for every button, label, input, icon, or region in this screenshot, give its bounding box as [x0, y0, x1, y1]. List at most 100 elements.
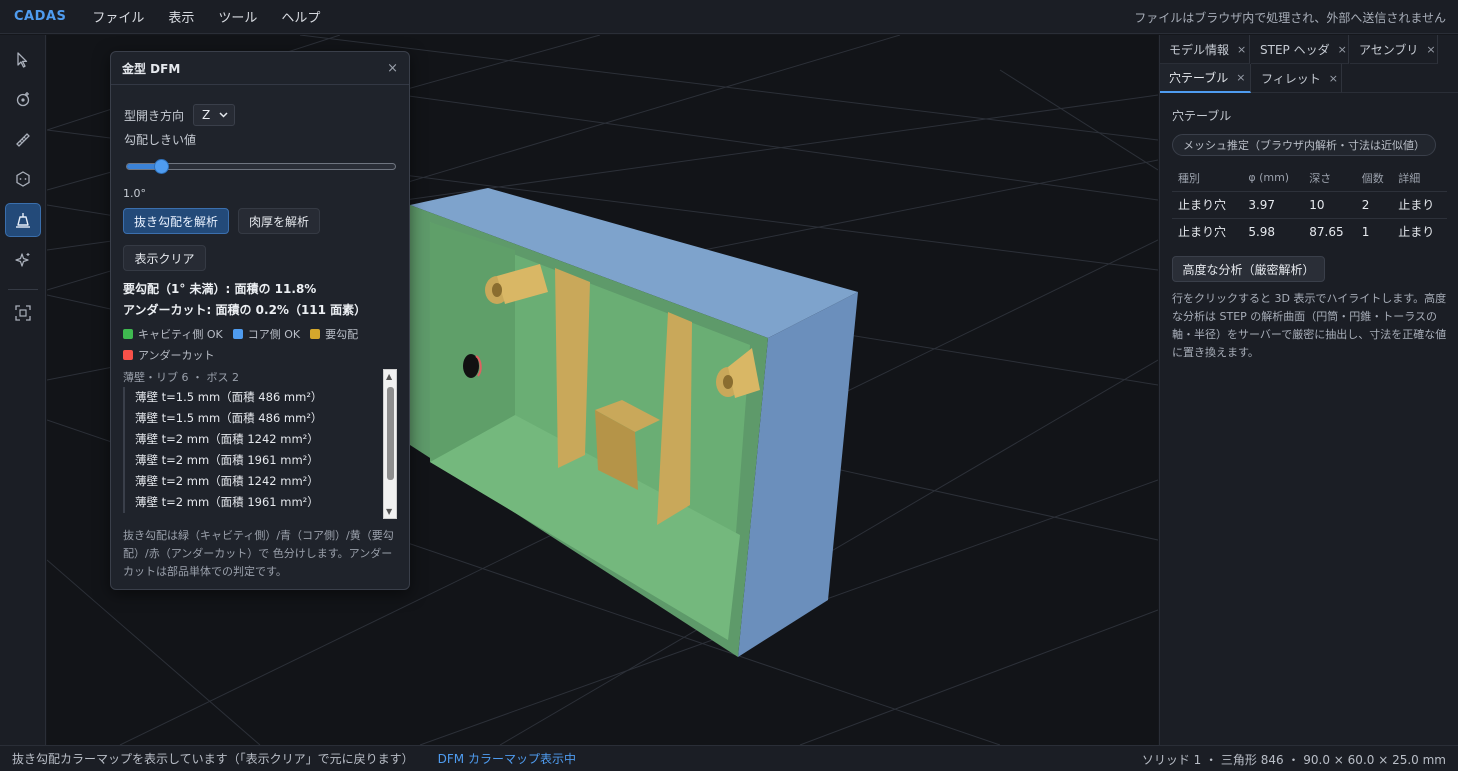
list-scrollbar[interactable]: ▲ ▼: [383, 369, 397, 519]
feature-tool-button[interactable]: [5, 162, 41, 196]
legend-label-core: コア側 OK: [247, 328, 301, 341]
legend-swatch-undercut: [123, 350, 133, 360]
menu-file[interactable]: ファイル: [92, 7, 144, 26]
menu-tools[interactable]: ツール: [218, 7, 257, 26]
cell-count: 2: [1355, 190, 1393, 218]
tab-assembly[interactable]: アセンブリ ×: [1350, 35, 1438, 64]
col-count: 個数: [1361, 171, 1384, 185]
list-header: 薄壁・リブ 6 ・ ボス 2: [123, 371, 239, 384]
undercut-stat: アンダーカット: 面積の 0.2%（111 面素）: [123, 303, 367, 317]
mold-draft-icon: [16, 213, 30, 228]
tab-hole-table[interactable]: 穴テーブル ×: [1160, 64, 1251, 93]
color-legend: キャビティ側 OK コア側 OK 要勾配: [123, 326, 368, 342]
hole-table-note: 行をクリックすると 3D 表示でハイライトします。高度な分析は STEP の解析…: [1172, 292, 1447, 359]
tab-fillet[interactable]: フィレット ×: [1252, 64, 1342, 93]
chevron-down-icon: [219, 112, 228, 118]
list-item[interactable]: 薄壁 t=2 mm（面積 1242 mm²）: [123, 429, 399, 450]
cell-depth: 10: [1303, 190, 1356, 218]
hole-table: 種別 φ (mm) 深さ 個数 詳細 止まり穴 3.97 10 2 止まり 止ま…: [1172, 165, 1447, 245]
draft-threshold-label: 勾配しきい値: [124, 133, 197, 147]
tab-label: 穴テーブル: [1169, 71, 1229, 85]
clear-display-button[interactable]: 表示クリア: [123, 245, 206, 271]
hexagon-icon: [16, 171, 30, 187]
mold-dfm-tool-button[interactable]: [5, 203, 41, 237]
measure-tool-button[interactable]: [5, 123, 41, 157]
legend-label-draft: 要勾配: [325, 328, 359, 341]
cell-diameter: 5.98: [1242, 217, 1304, 245]
analyze-thickness-button[interactable]: 肉厚を解析: [238, 208, 320, 234]
col-type: 種別: [1178, 171, 1200, 185]
list-item[interactable]: 薄壁 t=2 mm（面積 1242 mm²）: [123, 471, 399, 492]
close-icon[interactable]: ×: [1236, 71, 1245, 84]
tab-label: モデル情報: [1169, 42, 1230, 57]
legend-swatch-core: [232, 329, 243, 339]
top-menu-bar: CADAS ファイル 表示 ツール ヘルプ ファイルはブラウザ内で処理され、外部…: [0, 0, 1458, 34]
close-icon[interactable]: ×: [1338, 43, 1347, 56]
menu-view[interactable]: 表示: [168, 7, 194, 26]
cell-type: 止まり穴: [1172, 190, 1243, 218]
draft-threshold-value: 1.0°: [123, 187, 146, 200]
advanced-analysis-button[interactable]: 高度な分析（厳密解析）: [1172, 256, 1325, 282]
cell-type: 止まり穴: [1172, 217, 1243, 245]
list-item[interactable]: 薄壁 t=2 mm（面積 1961 mm²）: [123, 492, 399, 513]
legend-label-undercut: アンダーカット: [138, 349, 215, 362]
close-icon[interactable]: ×: [1237, 43, 1246, 56]
cell-diameter: 3.97: [1242, 190, 1304, 218]
ai-tool-button[interactable]: [5, 243, 41, 277]
scroll-up-icon[interactable]: ▲: [386, 372, 392, 381]
scroll-thumb[interactable]: [387, 387, 394, 480]
legend-label-cavity: キャビティ側 OK: [138, 328, 223, 341]
tab-step-header[interactable]: STEP ヘッダ ×: [1251, 35, 1349, 64]
status-bar: 抜き勾配カラーマップを表示しています（「表示クリア」で元に戻ります） DFM カ…: [0, 745, 1458, 771]
analyze-draft-button[interactable]: 抜き勾配を解析: [123, 208, 229, 234]
ruler-icon: [16, 133, 30, 147]
draft-required-stat: 要勾配（1° 未満）: 面積の 11.8%: [123, 282, 317, 296]
info-tabs: モデル情報 × STEP ヘッダ × アセンブリ × 穴テーブル × フィレット ×: [1160, 35, 1458, 93]
left-toolbar: [0, 35, 46, 745]
table-row[interactable]: 止まり穴 5.98 87.65 1 止まり: [1172, 217, 1447, 245]
col-diameter: φ (mm): [1248, 171, 1290, 185]
close-icon[interactable]: ×: [1426, 43, 1435, 56]
focus-frame-icon: [15, 305, 31, 321]
point-tool-button[interactable]: [5, 82, 41, 116]
cell-detail: 止まり: [1392, 217, 1447, 245]
mesh-estimate-badge: メッシュ推定（ブラウザ内解析・寸法は近似値）: [1172, 134, 1436, 156]
scroll-down-icon[interactable]: ▼: [386, 507, 392, 516]
list-item[interactable]: 薄壁 t=1.5 mm（面積 486 mm²）: [123, 387, 399, 408]
fit-view-button[interactable]: [5, 296, 41, 330]
target-point-icon: [16, 92, 30, 107]
mold-direction-label: 型開き方向: [124, 108, 185, 123]
privacy-note: ファイルはブラウザ内で処理され、外部へ送信されません: [1134, 11, 1446, 25]
list-item[interactable]: 薄壁 t=2 mm（面積 1961 mm²）: [123, 450, 399, 471]
tab-model-info[interactable]: モデル情報 ×: [1160, 35, 1250, 64]
menu-help[interactable]: ヘルプ: [281, 7, 320, 26]
select-tool-button[interactable]: [5, 43, 41, 77]
mold-dfm-panel: 金型 DFM × 型開き方向 Z 勾配しきい値 1.0° 抜き勾配を解析 肉厚を…: [110, 51, 410, 590]
col-detail: 詳細: [1398, 171, 1421, 185]
tab-label: アセンブリ: [1359, 42, 1419, 57]
tab-label: フィレット: [1261, 71, 1321, 86]
legend-swatch-draft: [310, 329, 321, 339]
mold-direction-select[interactable]: Z: [193, 104, 236, 126]
slider-thumb[interactable]: [154, 159, 170, 174]
hole-table-title: 穴テーブル: [1172, 109, 1232, 123]
close-icon[interactable]: ×: [387, 61, 398, 76]
table-header-row: 種別 φ (mm) 深さ 個数 詳細: [1172, 165, 1447, 191]
thin-wall-list[interactable]: 薄壁・リブ 6 ・ ボス 2 薄壁 t=1.5 mm（面積 486 mm²） 薄…: [123, 369, 399, 519]
cell-depth: 87.65: [1303, 217, 1356, 245]
mold-direction-value: Z: [202, 108, 211, 122]
list-item[interactable]: 薄壁 t=1.5 mm（面積 486 mm²）: [123, 408, 399, 429]
table-row[interactable]: 止まり穴 3.97 10 2 止まり: [1172, 190, 1447, 218]
app-logo: CADAS: [14, 9, 67, 24]
toolbar-divider: [8, 289, 38, 290]
color-legend-row2: アンダーカット: [123, 347, 225, 363]
col-depth: 深さ: [1309, 171, 1332, 185]
legend-swatch-cavity: [123, 329, 133, 339]
cell-detail: 止まり: [1392, 190, 1447, 218]
mold-direction-row: 型開き方向 Z: [124, 104, 236, 126]
close-icon[interactable]: ×: [1329, 72, 1338, 85]
cell-count: 1: [1355, 217, 1393, 245]
status-message: 抜き勾配カラーマップを表示しています（「表示クリア」で元に戻ります）: [12, 752, 414, 766]
tab-label: STEP ヘッダ: [1260, 42, 1330, 57]
draft-threshold-slider[interactable]: [126, 159, 396, 174]
